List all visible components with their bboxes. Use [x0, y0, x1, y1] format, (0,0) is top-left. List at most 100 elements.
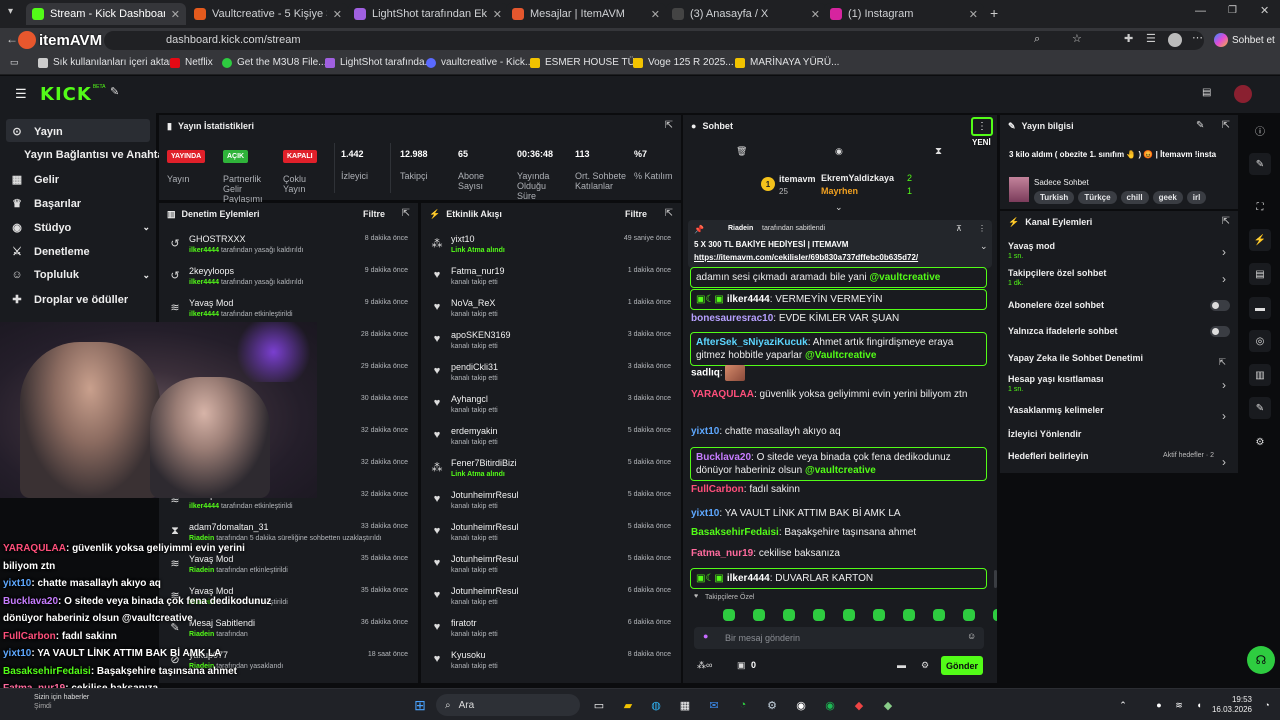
emote-icon[interactable]: [783, 609, 795, 621]
subscribers-only-toggle[interactable]: [1210, 300, 1230, 311]
document-icon[interactable]: ▤: [1249, 263, 1271, 285]
activity-row[interactable]: ♥ apoSKEN3169 kanalı takip etti 3 dakika ön…: [421, 327, 681, 359]
bookmark-marina[interactable]: MARİNAYA YÜRÜ...: [735, 57, 839, 68]
chat-input[interactable]: ● Bir mesaj gönderin ☺: [694, 627, 984, 649]
user-avatar[interactable]: [1234, 85, 1252, 103]
copilot-button[interactable]: Sohbet et: [1214, 33, 1275, 47]
chat-bubble-icon[interactable]: ▬: [897, 660, 906, 670]
chat-message[interactable]: ▣☾▣ ilker4444: VERMEYİN VERMEYİN: [690, 289, 987, 310]
favorites-icon[interactable]: ☰: [1146, 34, 1156, 45]
chat-icon[interactable]: ▬: [1249, 297, 1271, 319]
steam-icon[interactable]: ⚙: [763, 696, 781, 714]
emotes-only-toggle[interactable]: [1210, 326, 1230, 337]
pinned-chevron-icon[interactable]: ⌄: [980, 241, 988, 252]
popout-icon[interactable]: ⇱: [1222, 216, 1230, 227]
news-widget[interactable]: Sizin için haberler Şimdi: [6, 693, 89, 711]
keyboard-icon[interactable]: ▤: [1202, 88, 1211, 98]
send-button[interactable]: Gönder: [941, 656, 983, 675]
chat-scrollbar[interactable]: [994, 570, 997, 588]
profile-avatar[interactable]: [1168, 33, 1182, 47]
activity-row[interactable]: ♥ JotunheimrResul kanalı takip etti 5 dakik…: [421, 551, 681, 583]
mic-icon[interactable]: ●: [1150, 696, 1168, 714]
restore-icon[interactable]: ❐: [1228, 6, 1237, 16]
activity-row[interactable]: ♥ erdemyakin kanalı takip etti 5 dakika önc…: [421, 423, 681, 455]
emote-icon[interactable]: [873, 609, 885, 621]
notification-icon[interactable]: ◔: [1258, 696, 1276, 714]
browser-tab[interactable]: Vaultcreative - 5 Kişiye 300 TL Bakiye ✕: [188, 3, 348, 25]
emote-icon[interactable]: [723, 609, 735, 621]
tag[interactable]: geek: [1152, 191, 1183, 204]
emote-icon[interactable]: [843, 609, 855, 621]
chat-message[interactable]: Fatma_nur19: cekilise baksanıza: [691, 547, 981, 560]
wrench-icon[interactable]: ✎: [1249, 397, 1271, 419]
activity-row[interactable]: ♥ Fatma_nur19 kanalı takip etti 1 dakika ön…: [421, 263, 681, 295]
emote-icon[interactable]: [903, 609, 915, 621]
activity-row[interactable]: ♥ NoVa_ReX kanalı takip etti 1 dakika önce: [421, 295, 681, 327]
tag[interactable]: irl: [1186, 191, 1207, 204]
chat-mention[interactable]: @Vaultcreative: [805, 350, 876, 361]
chat-mention[interactable]: @vaultcreative: [805, 465, 876, 476]
hourglass-icon[interactable]: ⧗: [935, 147, 942, 157]
zoom-icon[interactable]: ⌕: [1034, 34, 1040, 45]
menu-icon[interactable]: ☰: [15, 87, 27, 100]
app-icon[interactable]: ◆: [850, 696, 868, 714]
chat-message[interactable]: adamın sesi çıkmadı aramadı bile yani @v…: [690, 267, 987, 288]
activity-row[interactable]: ♥ firatotr kanalı takip etti 6 dakika önce: [421, 615, 681, 647]
tray-chevron-icon[interactable]: ⌃: [1114, 696, 1132, 714]
emote-icon[interactable]: [993, 609, 997, 621]
chat-username[interactable]: yixt10: [691, 508, 719, 519]
chat-message[interactable]: bonesauresrac10: EVDE KİMLER VAR ŞUAN: [691, 312, 981, 325]
popout-icon[interactable]: ⇱: [665, 120, 673, 131]
chat-username[interactable]: yixt10: [691, 426, 719, 437]
bookmark-import[interactable]: Sık kullanılanları içeri aktar: [38, 57, 173, 68]
pinned-more-icon[interactable]: ⋮: [978, 224, 986, 233]
sidebar-item-yayin[interactable]: ⊙ Yayın: [10, 125, 62, 139]
filter-button[interactable]: Filtre: [363, 209, 385, 219]
bookmark-m3u8[interactable]: Get the M3U8 File...: [222, 57, 326, 68]
trash-icon[interactable]: 🗑: [736, 147, 747, 156]
minimize-icon[interactable]: —: [1195, 6, 1206, 17]
sidebar-item-denetleme[interactable]: ⚔ Denetleme: [10, 245, 90, 259]
browser-tab[interactable]: LightShot tarafından Ekran Görüntüsü ✕: [348, 3, 508, 25]
store-icon[interactable]: ▦: [676, 696, 694, 714]
emoji-icon[interactable]: ☺: [967, 631, 976, 641]
activity-row[interactable]: ♥ pendiCkli31 kanalı takip etti 3 dakika ön…: [421, 359, 681, 391]
close-window-icon[interactable]: ✕: [1260, 6, 1269, 17]
close-tab-icon[interactable]: ✕: [171, 8, 180, 21]
chat-message[interactable]: yixt10: YA VAULT LİNK ATTIM BAK Bİ AMK L…: [691, 507, 981, 520]
tag[interactable]: Türkçe: [1078, 191, 1117, 204]
gear-icon[interactable]: ⚙: [921, 660, 929, 671]
close-tab-icon[interactable]: ✕: [811, 8, 820, 21]
mail-icon[interactable]: ✉: [705, 696, 723, 714]
spotify-icon[interactable]: ◉: [821, 696, 839, 714]
close-tab-icon[interactable]: ✕: [651, 8, 660, 21]
app-icon[interactable]: ◆: [879, 696, 897, 714]
action-followers-only[interactable]: Takipçilere özel sohbet 1 dk. ›: [1000, 268, 1238, 296]
moderation-row[interactable]: ↺ 2keyyloops ilker4444 tarafından yasağı k…: [159, 263, 418, 295]
edge-icon[interactable]: ◍: [647, 696, 665, 714]
bookmark-netflix[interactable]: Netflix: [170, 57, 213, 68]
sidebar-item-yayin-baglantisi[interactable]: Yayın Bağlantısı ve Anahtarı: [24, 149, 171, 161]
edit-icon[interactable]: ✎: [1249, 153, 1271, 175]
browser-tab[interactable]: (1) Instagram ✕: [824, 3, 984, 25]
filter-button[interactable]: Filtre: [625, 209, 647, 219]
activity-row[interactable]: ♥ JotunheimrResul kanalı takip etti 5 dakik…: [421, 487, 681, 519]
emote-icon[interactable]: [963, 609, 975, 621]
popout-icon[interactable]: ⇱: [402, 208, 410, 219]
activity-feed-icon[interactable]: ▥: [1249, 364, 1271, 386]
back-icon[interactable]: ←: [6, 33, 18, 45]
whatsapp-icon[interactable]: ◔: [734, 696, 752, 714]
close-tab-icon[interactable]: ✕: [493, 8, 502, 21]
obs-icon[interactable]: ◉: [792, 696, 810, 714]
emote-icon[interactable]: [813, 609, 825, 621]
chat-bubble-icon[interactable]: ◉: [835, 147, 843, 156]
bookmark-lightshot[interactable]: LightShot tarafında...: [325, 57, 433, 68]
bookmark-esmer[interactable]: ESMER HOUSE TÜ...: [530, 57, 643, 68]
chat-username[interactable]: Bucklava20: [696, 452, 751, 463]
close-tab-icon[interactable]: ✕: [969, 8, 978, 21]
bookmark-voge[interactable]: Voge 125 R 2025...: [633, 57, 734, 68]
emote-icon[interactable]: [753, 609, 765, 621]
clock[interactable]: 19:53 16.03.2026: [1200, 695, 1252, 715]
chat-username[interactable]: sadlıq: [691, 368, 720, 379]
star-icon[interactable]: ☆: [1072, 34, 1082, 45]
